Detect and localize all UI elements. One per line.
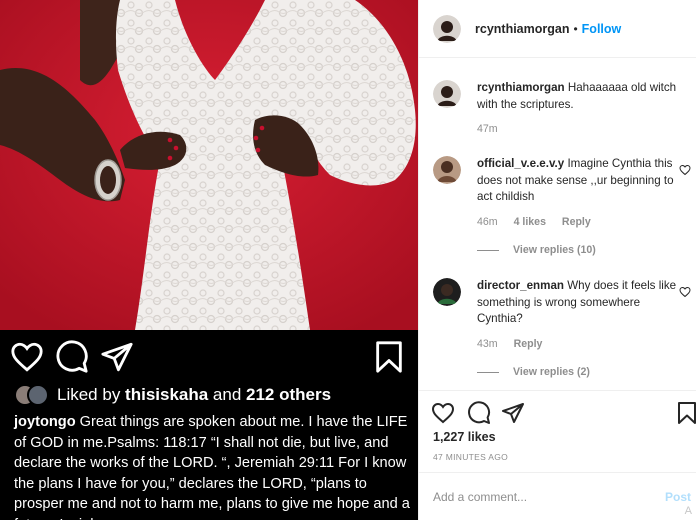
liked-by-count: 212 others bbox=[246, 385, 332, 404]
comment-text: rcynthiamorgan Hahaaaaaa old witch with … bbox=[477, 80, 677, 113]
comment-username[interactable]: official_v.e.e.v.y bbox=[477, 157, 564, 170]
comment-icon[interactable] bbox=[467, 401, 491, 425]
like-comment-heart-icon[interactable] bbox=[679, 164, 691, 176]
share-icon[interactable] bbox=[501, 401, 525, 425]
profile-photo bbox=[433, 156, 461, 184]
post-photo-art bbox=[0, 0, 418, 330]
add-comment-bar: Post bbox=[419, 472, 696, 520]
avatar[interactable] bbox=[433, 80, 461, 108]
avatar[interactable] bbox=[433, 278, 461, 306]
comment-username[interactable]: director_enman bbox=[477, 279, 564, 292]
post-media[interactable]: Liked by thisiskaha and 212 others joyto… bbox=[0, 0, 418, 520]
comment-meta: 46m 4 likes Reply bbox=[477, 216, 604, 228]
embedded-action-bar bbox=[0, 340, 418, 374]
avatar[interactable] bbox=[433, 156, 461, 184]
bookmark-icon bbox=[376, 341, 402, 373]
like-comment-heart-icon[interactable] bbox=[679, 286, 691, 298]
profile-photo bbox=[433, 80, 461, 108]
embedded-caption-screenshot: Liked by thisiskaha and 212 others joyto… bbox=[0, 330, 418, 520]
comment-meta: 43m Reply bbox=[477, 338, 555, 350]
comment-username[interactable]: rcynthiamorgan bbox=[477, 81, 565, 94]
comment-item: rcynthiamorgan Hahaaaaaa old witch with … bbox=[433, 80, 691, 140]
bookmark-icon[interactable] bbox=[675, 401, 696, 425]
corner-glyph: A bbox=[684, 505, 692, 517]
view-replies-label: View replies (2) bbox=[513, 366, 590, 378]
comment-likes[interactable]: 4 likes bbox=[514, 216, 546, 228]
share-icon bbox=[101, 342, 133, 372]
comment-icon bbox=[56, 340, 88, 373]
add-comment-input[interactable] bbox=[433, 487, 653, 507]
post-comment-button[interactable]: Post bbox=[665, 490, 691, 504]
view-replies-button[interactable]: View replies (10) bbox=[477, 244, 596, 256]
view-replies-button[interactable]: View replies (2) bbox=[477, 366, 590, 378]
comment-time[interactable]: 47m bbox=[477, 123, 498, 135]
heart-icon bbox=[11, 342, 43, 372]
embedded-caption: joytongo Great things are spoken about m… bbox=[14, 412, 412, 520]
replies-line bbox=[477, 249, 499, 251]
like-heart-icon[interactable] bbox=[431, 401, 455, 425]
action-bar bbox=[419, 390, 696, 434]
comment-time[interactable]: 46m bbox=[477, 216, 498, 228]
post-header: rcynthiamorgan • Follow bbox=[419, 0, 696, 58]
reply-button[interactable]: Reply bbox=[514, 338, 543, 350]
liked-by-mid: and bbox=[208, 385, 247, 404]
header-username[interactable]: rcynthiamorgan bbox=[475, 22, 569, 36]
profile-photo bbox=[433, 278, 461, 306]
comment-time[interactable]: 43m bbox=[477, 338, 498, 350]
separator-dot: • bbox=[573, 21, 578, 36]
caption-username: joytongo bbox=[14, 414, 76, 430]
comment-meta: 47m bbox=[477, 123, 511, 135]
avatar[interactable] bbox=[433, 14, 461, 43]
post-timestamp[interactable]: 47 MINUTES AGO bbox=[433, 452, 508, 462]
liked-by-avatars bbox=[14, 384, 50, 406]
comment-item: official_v.e.e.v.y Imagine Cynthia this … bbox=[433, 156, 691, 266]
post-photo[interactable] bbox=[0, 0, 418, 330]
avatar bbox=[27, 384, 49, 406]
reply-button[interactable]: Reply bbox=[562, 216, 591, 228]
comment-text: official_v.e.e.v.y Imagine Cynthia this … bbox=[477, 156, 677, 206]
likes-count[interactable]: 1,227 likes bbox=[433, 430, 496, 444]
follow-button[interactable]: Follow bbox=[582, 22, 622, 36]
replies-line bbox=[477, 371, 499, 373]
liked-by-user: thisiskaha bbox=[125, 385, 209, 404]
liked-by-prefix: Liked by bbox=[57, 385, 126, 404]
comment-item: director_enman Why does it feels like so… bbox=[433, 278, 691, 388]
comment-text: director_enman Why does it feels like so… bbox=[477, 278, 677, 328]
profile-photo bbox=[433, 14, 461, 43]
post-sidebar: rcynthiamorgan • Follow rcynthiamorgan H… bbox=[418, 0, 696, 520]
view-replies-label: View replies (10) bbox=[513, 244, 596, 256]
embedded-liked-by: Liked by thisiskaha and 212 others bbox=[14, 382, 331, 408]
